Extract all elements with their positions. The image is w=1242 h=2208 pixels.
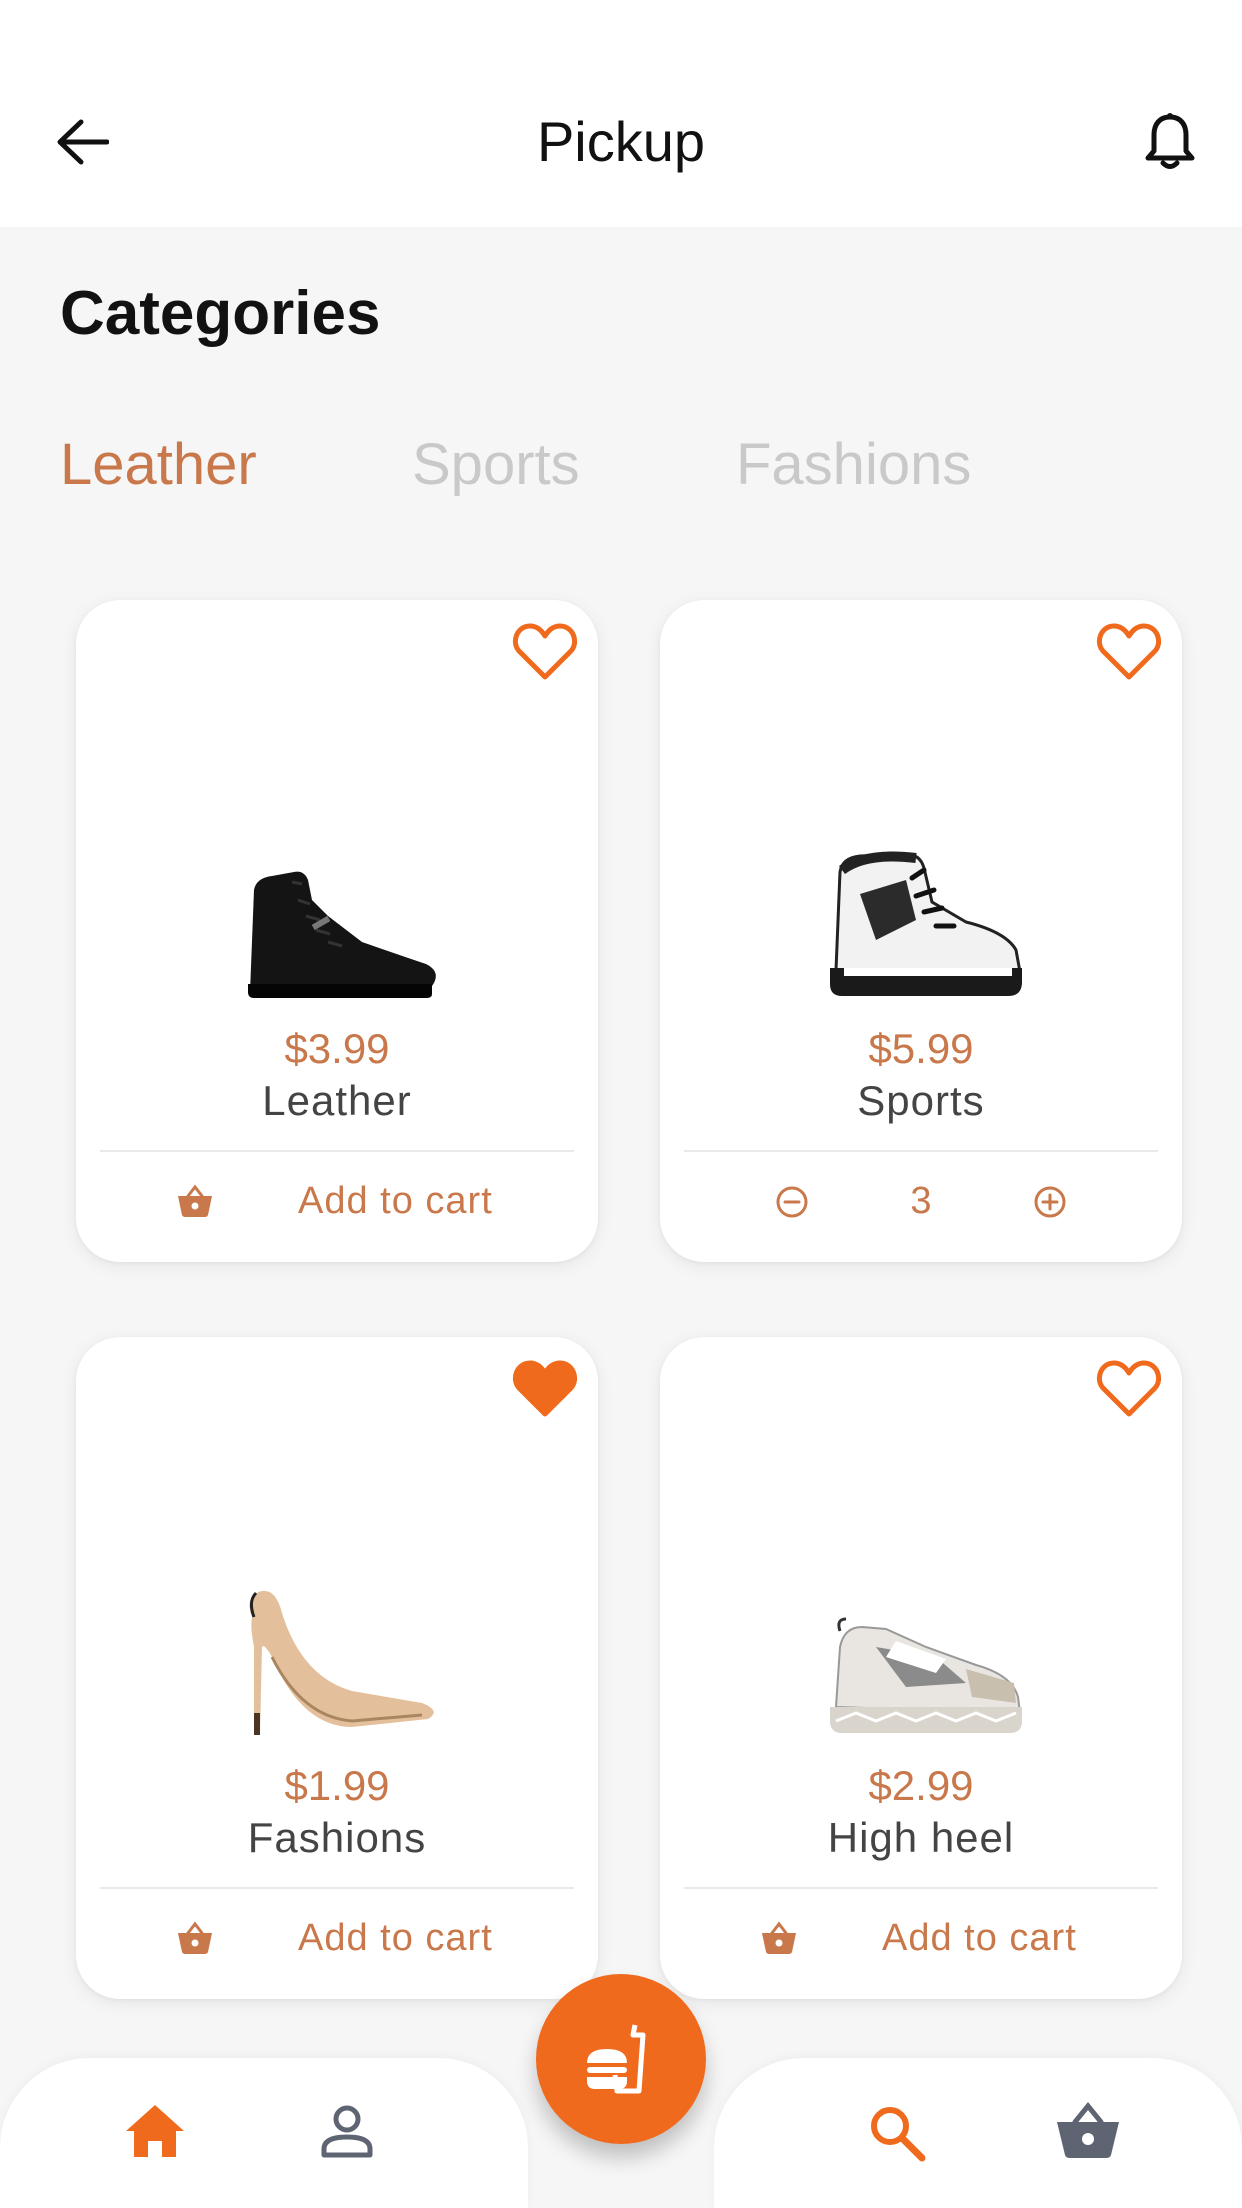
bottom-nav-left bbox=[0, 2058, 528, 2208]
add-to-cart-button[interactable]: Add to cart bbox=[298, 1178, 493, 1224]
product-price: $1.99 bbox=[284, 1762, 390, 1809]
product-card[interactable]: $1.99 Fashions Add to cart bbox=[76, 1337, 598, 1999]
notification-button[interactable] bbox=[1140, 110, 1200, 174]
divider bbox=[684, 1887, 1158, 1889]
divider bbox=[100, 1887, 574, 1889]
product-price: $2.99 bbox=[868, 1762, 974, 1809]
bell-icon bbox=[1145, 113, 1195, 169]
add-to-cart-row[interactable]: Add to cart bbox=[76, 1891, 598, 1991]
nav-search-button[interactable] bbox=[862, 2098, 932, 2168]
basket-icon[interactable] bbox=[176, 1921, 214, 1955]
divider bbox=[684, 1150, 1158, 1152]
tab-leather[interactable]: Leather bbox=[60, 430, 257, 500]
profile-icon bbox=[321, 2105, 373, 2158]
bottom-nav-right bbox=[714, 2058, 1242, 2208]
divider bbox=[100, 1150, 574, 1152]
nav-profile-button[interactable] bbox=[312, 2096, 382, 2166]
add-to-cart-row[interactable]: Add to cart bbox=[76, 1154, 598, 1254]
heart-filled-icon[interactable] bbox=[512, 1357, 578, 1419]
product-card[interactable]: $2.99 High heel Add to cart bbox=[660, 1337, 1182, 1999]
heart-outline-icon[interactable] bbox=[512, 620, 578, 682]
quantity-value: 3 bbox=[910, 1180, 932, 1222]
product-name: Leather bbox=[262, 1077, 412, 1124]
nav-home-button[interactable] bbox=[118, 2096, 192, 2166]
add-to-cart-button[interactable]: Add to cart bbox=[298, 1915, 493, 1961]
nav-basket-button[interactable] bbox=[1050, 2098, 1126, 2164]
basket-icon bbox=[1057, 2102, 1119, 2158]
page-title: Pickup bbox=[536, 110, 706, 173]
heart-outline-icon[interactable] bbox=[1096, 620, 1162, 682]
categories-title: Categories bbox=[60, 279, 381, 348]
app-bar: Pickup bbox=[0, 0, 1242, 227]
basket-icon[interactable] bbox=[176, 1184, 214, 1218]
product-image-hiking-boot bbox=[660, 820, 1182, 1000]
food-order-icon bbox=[587, 2024, 646, 2094]
home-icon bbox=[126, 2105, 184, 2157]
product-card[interactable]: $3.99 Leather Add to cart bbox=[76, 600, 598, 1262]
product-price: $5.99 bbox=[868, 1025, 974, 1072]
basket-icon[interactable] bbox=[760, 1921, 798, 1955]
product-name: High heel bbox=[827, 1814, 1015, 1861]
quantity-stepper: 3 bbox=[660, 1154, 1182, 1254]
tab-fashions[interactable]: Fashions bbox=[736, 430, 971, 500]
product-name: Sports bbox=[857, 1077, 985, 1124]
product-card[interactable]: $5.99 Sports 3 bbox=[660, 600, 1182, 1262]
minus-circle-icon[interactable] bbox=[774, 1184, 810, 1220]
product-name: Fashions bbox=[247, 1814, 427, 1861]
product-image-leather-sneaker bbox=[76, 820, 598, 1000]
search-icon bbox=[871, 2107, 926, 2162]
tab-sports[interactable]: Sports bbox=[412, 430, 580, 500]
food-order-button[interactable] bbox=[536, 1974, 706, 2144]
add-to-cart-row[interactable]: Add to cart bbox=[660, 1891, 1182, 1991]
product-image-high-heel bbox=[76, 1557, 598, 1737]
plus-circle-icon[interactable] bbox=[1032, 1184, 1068, 1220]
heart-outline-icon[interactable] bbox=[1096, 1357, 1162, 1419]
product-image-chunky-sneaker bbox=[660, 1557, 1182, 1737]
add-to-cart-button[interactable]: Add to cart bbox=[882, 1915, 1077, 1961]
product-price: $3.99 bbox=[284, 1025, 390, 1072]
